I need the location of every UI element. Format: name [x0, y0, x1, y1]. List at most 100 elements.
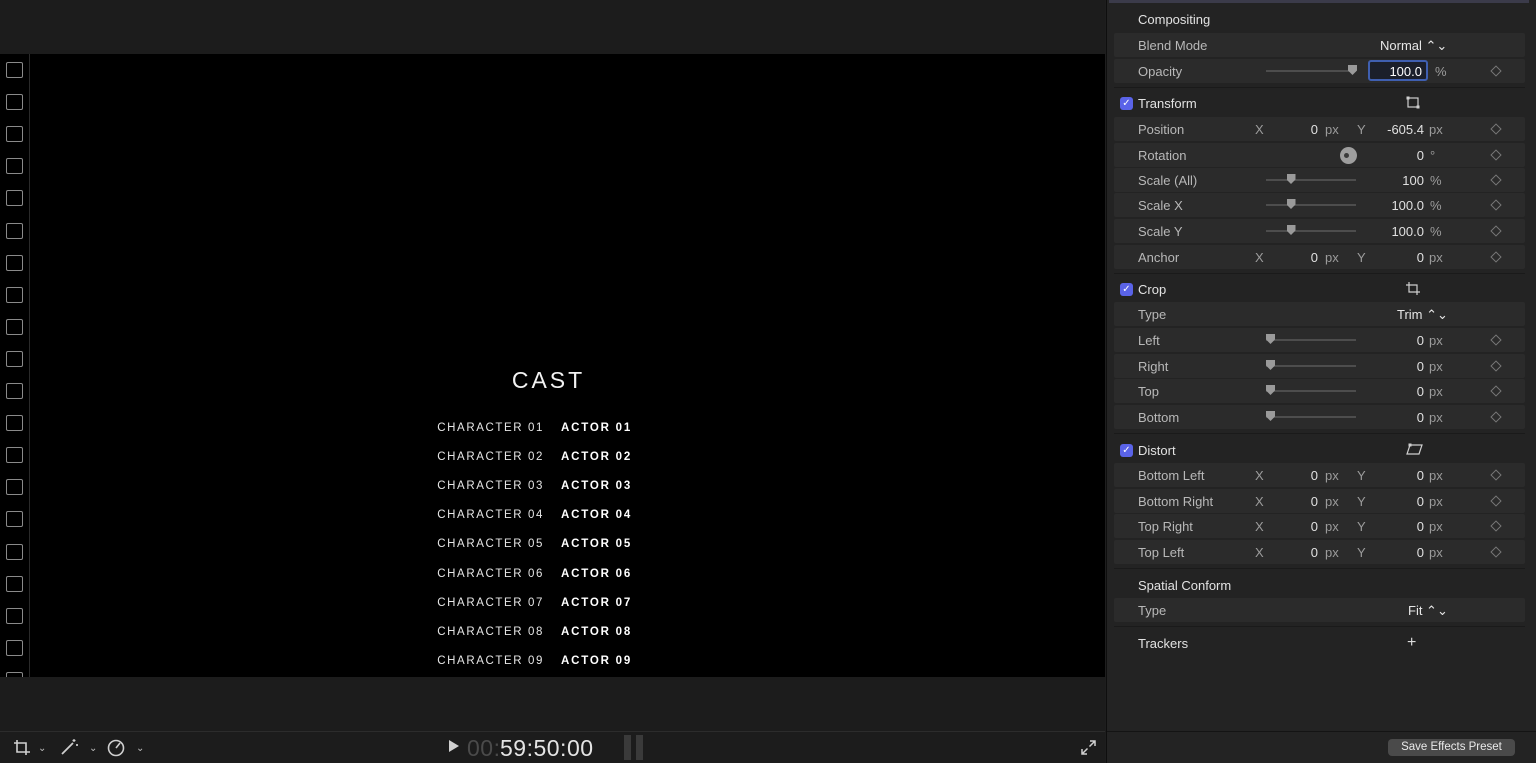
bottom-left-x-field[interactable]: 0: [1274, 468, 1318, 483]
chevron-down-icon[interactable]: ⌄: [136, 743, 144, 754]
crop-left-slider[interactable]: [1266, 334, 1356, 344]
crop-left-slider-thumb[interactable]: [1266, 334, 1275, 344]
keyframe-icon[interactable]: [1490, 411, 1502, 423]
crop-right-slider[interactable]: [1266, 360, 1356, 370]
speed-icon[interactable]: [106, 738, 126, 757]
px-unit: px: [1429, 384, 1443, 399]
strip-checkbox[interactable]: [6, 254, 23, 271]
bottom-right-y-field[interactable]: 0: [1370, 494, 1424, 509]
spatial-conform-type-popup[interactable]: Fit ⌃⌄: [1408, 603, 1448, 619]
play-icon[interactable]: [449, 740, 459, 752]
scale-y-field[interactable]: 100.0: [1374, 224, 1424, 239]
strip-checkbox[interactable]: [6, 94, 23, 111]
opacity-field[interactable]: 100.0: [1368, 60, 1428, 81]
position-y-field[interactable]: -605.4: [1370, 122, 1424, 137]
keyframe-icon[interactable]: [1490, 334, 1502, 346]
strip-checkbox[interactable]: [6, 318, 23, 335]
save-effects-preset-button[interactable]: Save Effects Preset: [1388, 739, 1515, 756]
magic-wand-icon[interactable]: [59, 738, 79, 756]
crop-type-popup[interactable]: Trim ⌃⌄: [1397, 307, 1448, 323]
keyframe-icon[interactable]: [1490, 520, 1502, 532]
strip-checkbox[interactable]: [6, 158, 23, 175]
spatial-conform-header[interactable]: Spatial Conform: [1107, 572, 1536, 598]
anchor-y-field[interactable]: 0: [1370, 250, 1424, 265]
anchor-x-field[interactable]: 0: [1274, 250, 1318, 265]
crop-bottom-field[interactable]: 0: [1384, 410, 1424, 425]
opacity-slider-thumb[interactable]: [1348, 65, 1357, 75]
crop-top-field[interactable]: 0: [1384, 384, 1424, 399]
crop-left-field[interactable]: 0: [1384, 333, 1424, 348]
scale-all-slider-thumb[interactable]: [1286, 174, 1296, 184]
keyframe-icon[interactable]: [1490, 123, 1502, 135]
strip-checkbox[interactable]: [6, 286, 23, 303]
keyframe-icon[interactable]: [1490, 469, 1502, 481]
crop-right-field[interactable]: 0: [1384, 359, 1424, 374]
scale-y-slider-thumb[interactable]: [1286, 225, 1296, 235]
credit-character: CHARACTER 06: [437, 567, 544, 580]
strip-checkbox[interactable]: [6, 222, 23, 239]
strip-checkbox[interactable]: [6, 126, 23, 143]
scale-all-field[interactable]: 100: [1384, 173, 1424, 188]
transform-tool-icon[interactable]: [12, 739, 32, 757]
opacity-slider[interactable]: [1266, 65, 1357, 75]
top-left-x-field[interactable]: 0: [1274, 545, 1318, 560]
crop-top-slider[interactable]: [1266, 385, 1356, 395]
crop-checkbox[interactable]: ✓: [1120, 283, 1133, 296]
strip-checkbox[interactable]: [6, 190, 23, 207]
credit-character: CHARACTER 08: [437, 625, 544, 638]
crop-bottom-slider[interactable]: [1266, 411, 1356, 421]
compositing-title: Compositing: [1138, 12, 1211, 27]
distort-checkbox[interactable]: ✓: [1120, 444, 1133, 457]
chevron-down-icon[interactable]: ⌄: [89, 743, 97, 754]
rotation-field[interactable]: 0: [1384, 148, 1424, 163]
keyframe-icon[interactable]: [1490, 225, 1502, 237]
chevron-down-icon[interactable]: ⌄: [38, 743, 46, 754]
strip-checkbox[interactable]: [6, 62, 23, 78]
top-left-label: Top Left: [1138, 545, 1185, 560]
scale-x-slider[interactable]: [1266, 199, 1356, 209]
transform-onscreen-icon[interactable]: [1406, 96, 1420, 109]
trackers-title: Trackers: [1138, 636, 1189, 651]
keyframe-icon[interactable]: [1490, 360, 1502, 372]
keyframe-icon[interactable]: [1490, 385, 1502, 397]
keyframe-icon[interactable]: [1490, 495, 1502, 507]
keyframe-icon[interactable]: [1490, 199, 1502, 211]
crop-header[interactable]: ✓ Crop: [1107, 276, 1536, 302]
scale-x-slider-thumb[interactable]: [1286, 199, 1296, 209]
keyframe-icon[interactable]: [1490, 149, 1502, 161]
position-x-field[interactable]: 0: [1274, 122, 1318, 137]
bottom-left-y-field[interactable]: 0: [1370, 468, 1424, 483]
rotation-dial[interactable]: [1340, 147, 1357, 164]
crop-bottom-slider-thumb[interactable]: [1266, 411, 1275, 421]
keyframe-icon[interactable]: [1490, 174, 1502, 186]
crop-top-slider-thumb[interactable]: [1266, 385, 1275, 395]
crop-onscreen-icon[interactable]: [1406, 282, 1420, 295]
add-tracker-button[interactable]: +: [1407, 634, 1416, 652]
keyframe-icon[interactable]: [1490, 251, 1502, 263]
strip-checkbox[interactable]: [6, 350, 23, 367]
crop-type-label: Type: [1138, 307, 1167, 322]
keyframe-icon[interactable]: [1490, 546, 1502, 558]
distort-header[interactable]: ✓ Distort: [1107, 437, 1536, 463]
viewer-canvas[interactable]: CAST CHARACTER 01 ACTOR 01 CHARACTER 02 ACT…: [0, 54, 1105, 677]
credit-actor: ACTOR 06: [561, 567, 633, 580]
crop-right-slider-thumb[interactable]: [1266, 360, 1275, 370]
top-left-y-field[interactable]: 0: [1370, 545, 1424, 560]
blend-mode-popup[interactable]: Normal ⌃⌄: [1380, 38, 1447, 54]
scale-x-field[interactable]: 100.0: [1374, 198, 1424, 213]
crop-title: Crop: [1138, 282, 1167, 297]
credit-character: CHARACTER 03: [437, 480, 544, 493]
top-right-y-field[interactable]: 0: [1370, 519, 1424, 534]
trackers-header[interactable]: Trackers +: [1107, 630, 1536, 656]
transform-header[interactable]: ✓ Transform: [1107, 90, 1536, 116]
fullscreen-icon[interactable]: [1080, 739, 1097, 756]
scale-y-slider[interactable]: [1266, 225, 1356, 235]
bottom-right-x-field[interactable]: 0: [1274, 494, 1318, 509]
top-right-x-field[interactable]: 0: [1274, 519, 1318, 534]
percent-unit: %: [1430, 224, 1442, 239]
distort-onscreen-icon[interactable]: [1406, 443, 1423, 456]
keyframe-icon[interactable]: [1490, 65, 1502, 77]
compositing-header[interactable]: Compositing: [1107, 6, 1536, 32]
scale-all-slider[interactable]: [1266, 174, 1356, 184]
transform-checkbox[interactable]: ✓: [1120, 97, 1133, 110]
